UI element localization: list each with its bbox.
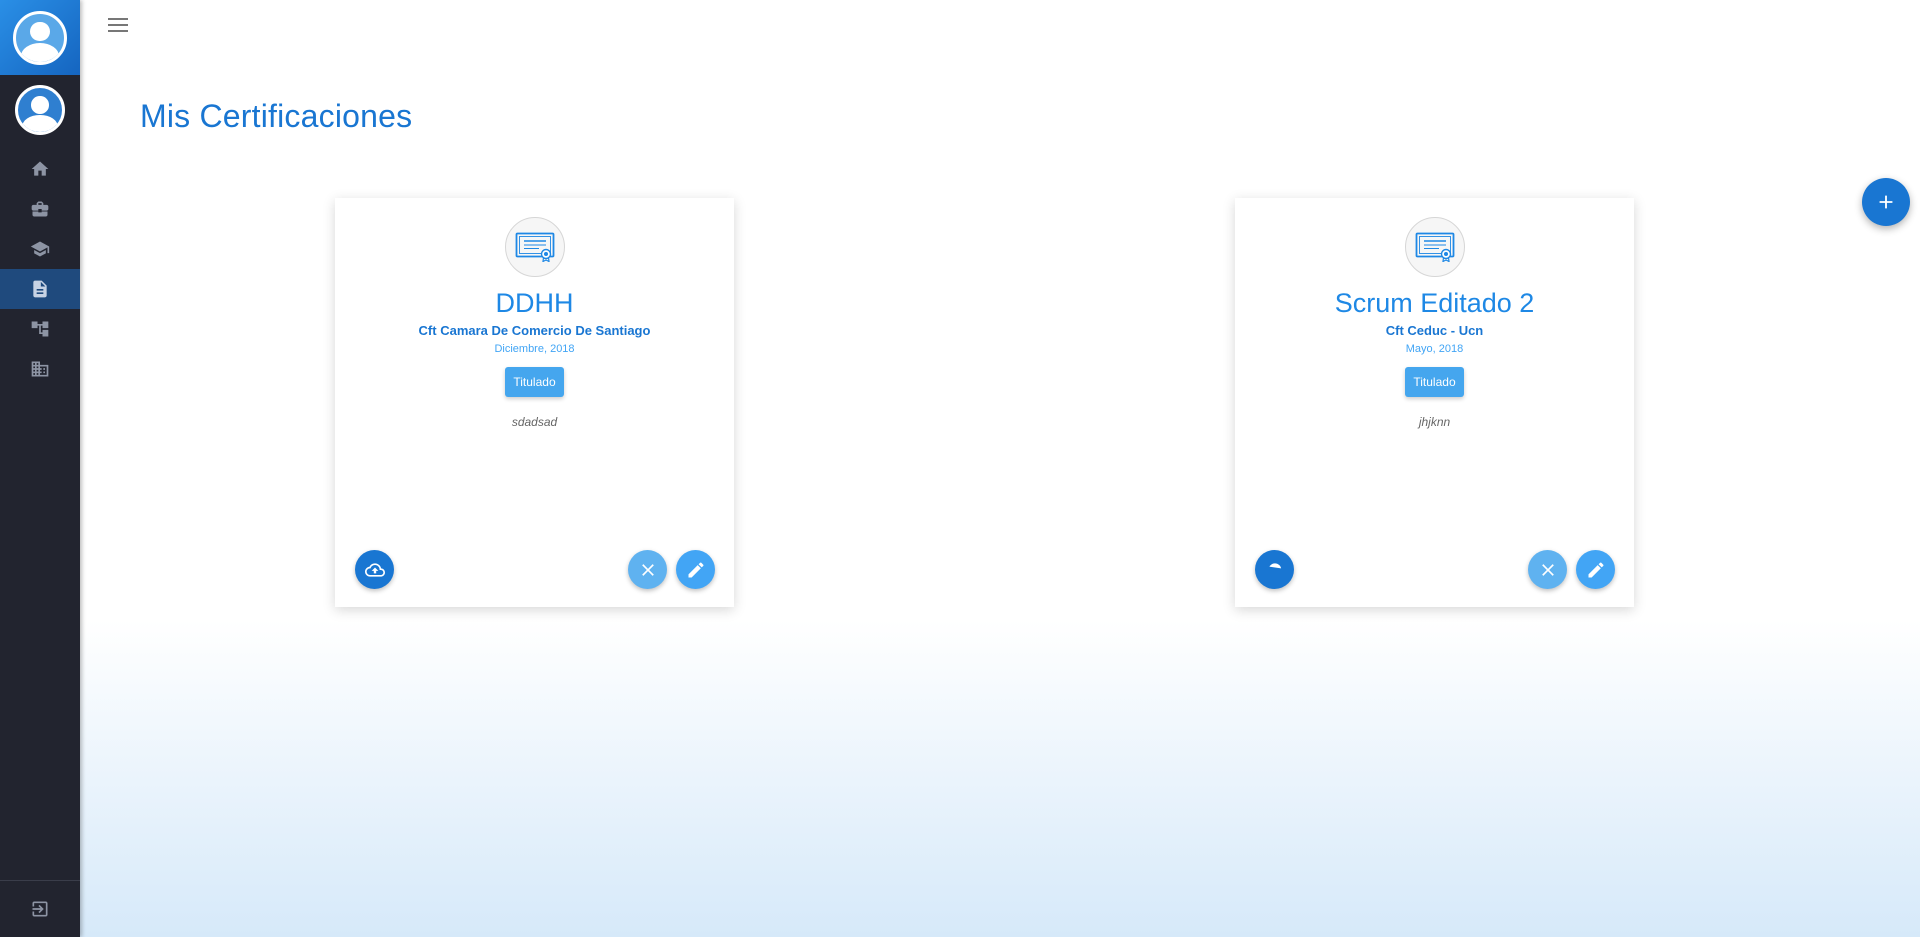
home-icon <box>31 161 49 176</box>
sidebar <box>0 0 80 937</box>
sidebar-item-structure[interactable] <box>0 309 80 349</box>
certificate-icon <box>515 232 554 262</box>
sitemap-icon <box>31 321 49 337</box>
cloud-upload-icon <box>364 562 385 577</box>
certification-description: sdadsad <box>511 415 558 429</box>
sidebar-item-certifications[interactable] <box>0 269 80 309</box>
logout-button[interactable] <box>0 880 80 937</box>
status-badge: Titulado <box>505 367 564 397</box>
avatar[interactable] <box>13 10 67 65</box>
sidebar-header <box>0 0 80 75</box>
certification-institution: Cft Ceduc - Ucn <box>1385 323 1484 338</box>
edit-button[interactable] <box>676 550 715 589</box>
certification-name: Scrum Editado 2 <box>1334 288 1535 318</box>
certification-date: Diciembre, 2018 <box>494 343 575 355</box>
certification-card: DDHH Cft Camara De Comercio De Santiago … <box>335 198 734 607</box>
close-icon <box>1541 563 1554 576</box>
certification-name: DDHH <box>495 288 574 318</box>
sidebar-item-home[interactable] <box>0 149 80 189</box>
document-icon <box>33 280 47 298</box>
delete-button[interactable] <box>1528 550 1567 589</box>
status-badge: Titulado <box>1405 367 1464 397</box>
plus-icon <box>1879 195 1893 209</box>
edit-button[interactable] <box>1576 550 1615 589</box>
certification-institution: Cft Camara De Comercio De Santiago <box>418 323 651 338</box>
sidebar-nav <box>0 149 80 389</box>
page-title: Mis Certificaciones <box>140 98 413 134</box>
sidebar-item-education[interactable] <box>0 229 80 269</box>
pencil-icon <box>688 561 704 577</box>
certificate-badge <box>1404 217 1465 277</box>
certificate-icon <box>1415 232 1454 262</box>
close-icon <box>641 563 654 576</box>
user-avatar[interactable] <box>15 85 65 135</box>
certification-card: Scrum Editado 2 Cft Ceduc - Ucn Mayo, 20… <box>1235 198 1634 607</box>
upload-button[interactable] <box>355 550 394 589</box>
menu-toggle-button[interactable] <box>108 18 130 36</box>
add-certification-button[interactable] <box>1862 178 1910 226</box>
pencil-icon <box>1588 561 1604 577</box>
sidebar-item-companies[interactable] <box>0 349 80 389</box>
graduation-cap-icon <box>30 241 50 257</box>
cloud-upload-icon <box>1268 562 1281 568</box>
delete-button[interactable] <box>628 550 667 589</box>
briefcase-icon <box>31 201 49 217</box>
upload-button[interactable] <box>1255 550 1294 589</box>
logout-icon <box>32 901 48 917</box>
building-icon <box>31 361 49 377</box>
certification-date: Mayo, 2018 <box>1405 343 1464 355</box>
certification-description: jhjknn <box>1418 415 1451 429</box>
hamburger-icon <box>108 18 128 20</box>
sidebar-item-experience[interactable] <box>0 189 80 229</box>
certificate-badge <box>504 217 565 277</box>
